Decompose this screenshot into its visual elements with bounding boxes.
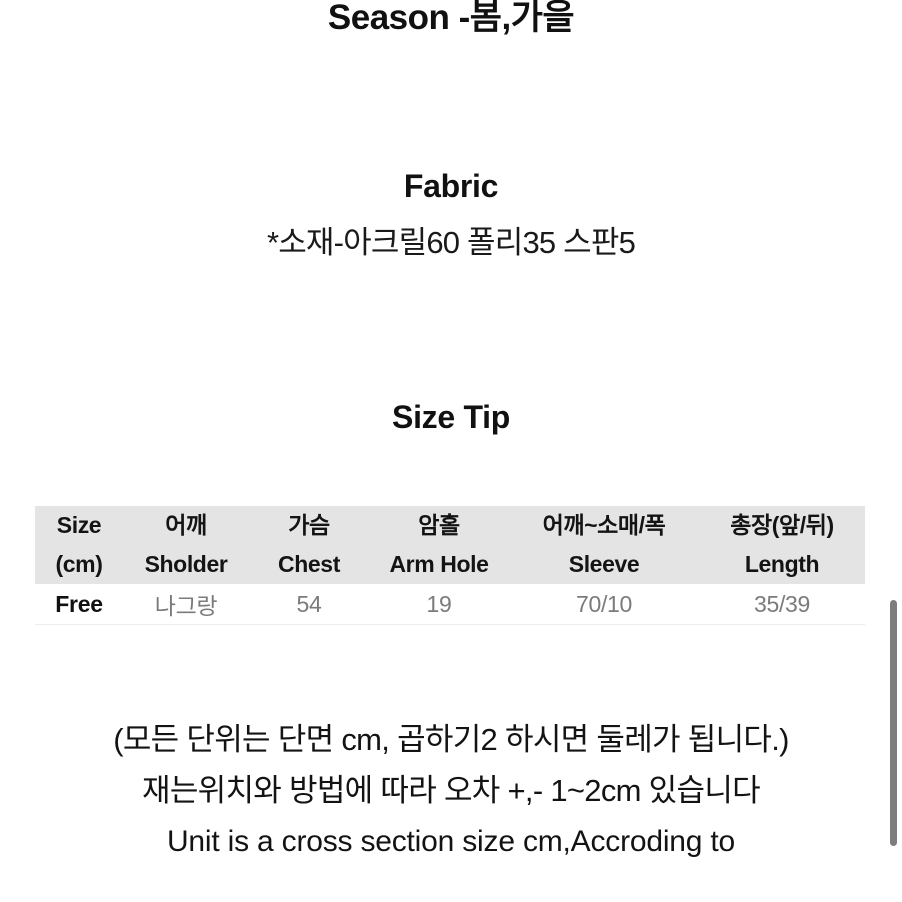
cell-size: Free	[55, 590, 103, 617]
cell-length: 35/39	[753, 590, 811, 617]
product-detail-page: Season -봄,가을 Fabric *소재-아크릴60 폴리35 스판5 S…	[0, 0, 902, 902]
size-chart-container: Size (cm) 어깨 Sholder 가슴 Chest 암홀 Arm Hol…	[35, 506, 865, 625]
season-title: Season -봄,가을	[327, 0, 575, 37]
table-row: Free 나그랑 54 19 70/10 35/39	[35, 584, 865, 625]
cell-chest: 54	[296, 590, 322, 617]
size-chart-header: Size (cm) 어깨 Sholder 가슴 Chest 암홀 Arm Hol…	[35, 506, 865, 584]
column-header-sleeve: 어깨~소매/폭 Sleeve	[509, 506, 699, 584]
column-header-length-english: Length	[744, 551, 820, 577]
note-line-unit-english: Unit is a cross section size cm,Accrodin…	[166, 825, 736, 858]
table-header-row: Size (cm) 어깨 Sholder 가슴 Chest 암홀 Arm Hol…	[35, 506, 865, 584]
column-header-sholder-korean: 어깨	[165, 512, 207, 538]
column-header-sleeve-english: Sleeve	[568, 551, 640, 577]
fabric-composition-text: *소재-아크릴60 폴리35 스판5	[266, 225, 636, 260]
column-header-size-korean: Size	[56, 512, 102, 538]
fabric-heading: Fabric	[403, 168, 499, 204]
column-header-chest-english: Chest	[278, 551, 340, 577]
cell-sleeve: 70/10	[575, 590, 633, 617]
size-chart-table: Size (cm) 어깨 Sholder 가슴 Chest 암홀 Arm Hol…	[35, 506, 865, 625]
column-header-arm-hole: 암홀 Arm Hole	[369, 506, 509, 584]
page-scrollbar[interactable]	[884, 0, 902, 902]
cell-arm-hole: 19	[426, 590, 452, 617]
column-header-sholder-english: Sholder	[144, 551, 228, 577]
column-header-chest: 가슴 Chest	[249, 506, 369, 584]
size-chart-body: Free 나그랑 54 19 70/10 35/39	[35, 584, 865, 625]
column-header-size: Size (cm)	[35, 506, 123, 584]
column-header-length: 총장(앞/뒤) Length	[699, 506, 865, 584]
column-header-length-korean: 총장(앞/뒤)	[730, 512, 834, 538]
cell-sholder: 나그랑	[154, 593, 218, 619]
measurement-notes: (모든 단위는 단면 cm, 곱하기2 하시면 둘레가 됩니다.) 재는위치와 …	[0, 714, 902, 867]
column-header-arm-hole-korean: 암홀	[418, 512, 460, 538]
column-header-arm-hole-english: Arm Hole	[389, 551, 489, 577]
scrollbar-thumb[interactable]	[890, 600, 897, 846]
column-header-chest-korean: 가슴	[288, 512, 330, 538]
column-header-size-english: (cm)	[55, 551, 103, 577]
size-tip-heading: Size Tip	[392, 399, 510, 435]
note-line-unit-korean: (모든 단위는 단면 cm, 곱하기2 하시면 둘레가 됩니다.)	[113, 722, 789, 757]
note-line-tolerance-korean: 재는위치와 방법에 따라 오차 +,- 1~2cm 있습니다	[142, 773, 761, 808]
column-header-sholder: 어깨 Sholder	[123, 506, 249, 584]
column-header-sleeve-korean: 어깨~소매/폭	[542, 512, 666, 538]
